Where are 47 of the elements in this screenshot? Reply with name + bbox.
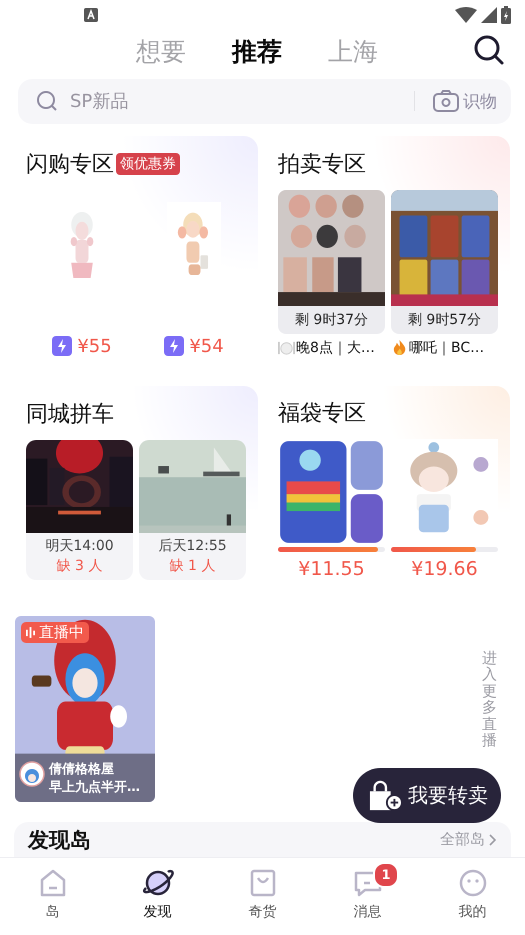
live-card[interactable]: 直播中 倩倩格格屋 早上九点半开…	[15, 616, 155, 802]
departure-time: 后天12:55	[158, 536, 227, 555]
resell-button[interactable]: 我要转卖	[353, 768, 501, 823]
seats-needed: 缺 1 人	[170, 556, 216, 575]
section-title: 福袋专区	[278, 400, 366, 428]
section-title: 闪购专区	[26, 150, 114, 179]
seats-needed: 缺 3 人	[56, 556, 102, 575]
lightning-icon	[52, 336, 72, 356]
carpool-card[interactable]: 后天12:55 缺 1 人	[139, 440, 246, 580]
price: ¥19.66	[411, 558, 478, 580]
avatar	[19, 760, 45, 787]
countdown-label: 剩 9时37分	[294, 310, 370, 330]
chevron-right-icon	[489, 834, 497, 846]
price: ¥55	[77, 336, 112, 357]
stream-subtitle: 早上九点半开…	[49, 778, 140, 796]
lightning-icon	[164, 336, 184, 356]
tab-bar-item[interactable]: 我的	[420, 858, 525, 935]
plate-icon	[278, 339, 295, 356]
streamer-name: 倩倩格格屋	[49, 760, 115, 778]
signal-icon	[481, 6, 497, 23]
section-title: 拍卖专区	[278, 150, 366, 179]
camera-icon	[433, 90, 459, 112]
price: ¥54	[189, 336, 224, 357]
auction-caption: 哪吒｜BC…	[409, 338, 484, 357]
tab-bar-item[interactable]: 奇货	[210, 858, 315, 935]
departure-time: 明天14:00	[45, 536, 114, 555]
countdown-label: 剩 9时57分	[406, 310, 482, 330]
tab-bar-item[interactable]: 发现	[105, 858, 210, 935]
price: ¥11.55	[298, 558, 365, 580]
search-field[interactable]: SP新品	[68, 90, 414, 113]
section-title: 发现岛	[28, 826, 91, 854]
header-tab[interactable]: 推荐	[232, 34, 282, 68]
live-badge: 直播中	[21, 622, 89, 643]
search-icon	[36, 90, 58, 112]
wifi-icon	[455, 6, 477, 23]
notification-icon	[84, 8, 98, 22]
coupon-tag[interactable]: 领优惠券	[116, 152, 180, 175]
auction-caption: 晚8点｜大…	[296, 338, 375, 357]
flame-icon	[391, 339, 408, 356]
tab-bar-item[interactable]: 1 消息	[315, 858, 420, 935]
carpool-card[interactable]: 明天14:00 缺 3 人	[26, 440, 133, 580]
unread-badge: 1	[373, 862, 399, 888]
section-title: 同城拼车	[26, 400, 114, 429]
battery-icon	[501, 6, 511, 24]
search-icon[interactable]	[473, 34, 505, 66]
tab-bar-item[interactable]: 岛	[0, 858, 105, 935]
smiley-icon	[458, 868, 488, 898]
